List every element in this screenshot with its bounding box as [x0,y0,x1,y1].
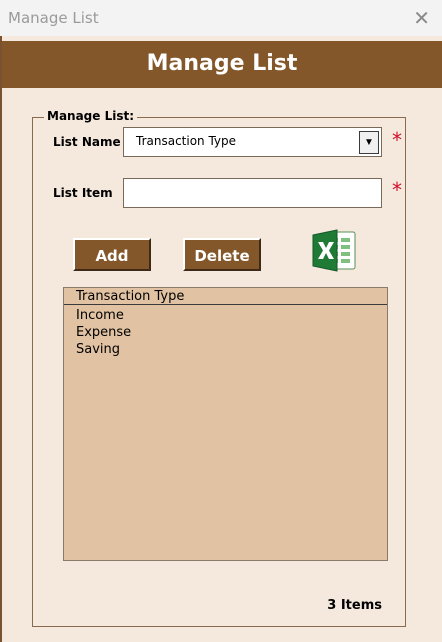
list-item[interactable]: Expense [76,325,131,340]
excel-icon[interactable] [311,227,359,274]
list-name-label: List Name [53,135,121,149]
window-titlebar: Manage List ✕ [0,0,442,36]
dropdown-arrow-icon[interactable]: ▼ [359,131,379,154]
window-title: Manage List [8,9,99,27]
list-item[interactable]: Saving [76,342,120,357]
list-item[interactable]: Income [76,308,124,323]
list-name-value: Transaction Type [136,134,237,148]
list-items-listbox[interactable]: Transaction Type Income Expense Saving [63,287,388,561]
page-title: Manage List [146,51,298,76]
item-count-label: 3 Items [327,598,382,613]
frame-label: Manage List: [44,109,138,123]
required-marker: * [392,128,402,152]
required-marker: * [392,178,402,202]
list-name-combobox[interactable]: Transaction Type ▼ [123,127,382,157]
delete-button[interactable]: Delete [183,238,261,271]
list-column-header: Transaction Type [64,288,387,305]
list-item-input[interactable] [123,178,382,208]
add-button[interactable]: Add [73,238,151,271]
header-banner: Manage List [2,41,442,88]
close-icon[interactable]: ✕ [413,6,430,30]
list-item-label: List Item [53,186,113,200]
